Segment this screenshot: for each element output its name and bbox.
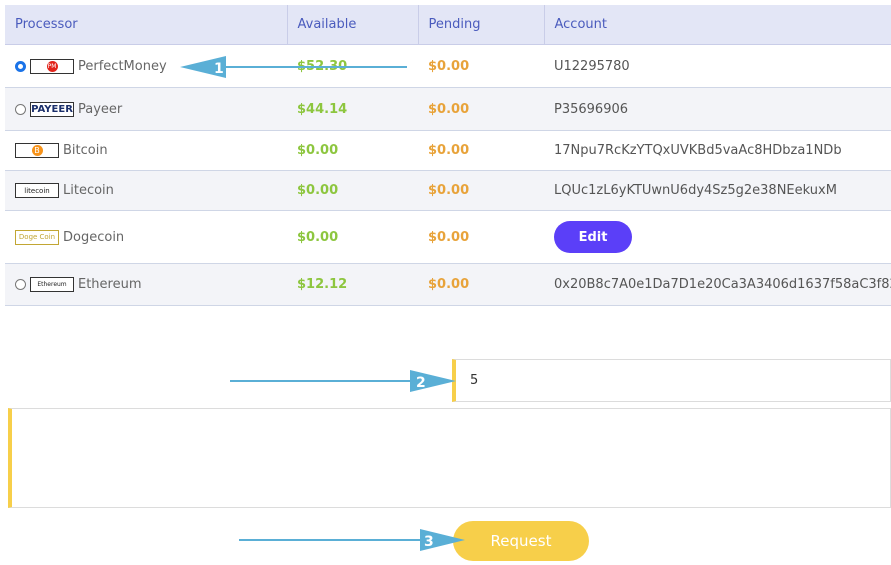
available-amount: $0.00 xyxy=(287,130,418,171)
request-button[interactable]: Request xyxy=(453,521,589,561)
payeer-radio[interactable] xyxy=(15,103,26,115)
table-row-ethereum: Ethereum Ethereum $12.12 $0.00 0x20B8c7A… xyxy=(5,263,891,306)
ethereum-radio[interactable] xyxy=(15,279,26,290)
callout-arrow-3: 3 xyxy=(239,529,465,551)
processor-name: Bitcoin xyxy=(63,143,108,158)
account-id: 17Npu7RcKzYTQxUVKBd5vaAc8HDbza1NDb xyxy=(544,130,891,171)
table-row-litecoin: litecoin Litecoin $0.00 $0.00 LQUc1zL6yK… xyxy=(5,170,891,211)
column-header-account: Account xyxy=(544,5,891,45)
pending-amount: $0.00 xyxy=(418,210,544,264)
pending-amount: $0.00 xyxy=(418,44,544,88)
memo-textarea[interactable] xyxy=(8,408,891,508)
account-id: P35696906 xyxy=(544,87,891,131)
column-header-processor: Processor xyxy=(5,5,288,45)
edit-account-button[interactable]: Edit xyxy=(554,221,632,253)
pending-amount: $0.00 xyxy=(418,263,544,306)
processor-table: Processor Available Pending Account PM P… xyxy=(5,5,891,306)
pending-amount: $0.00 xyxy=(418,130,544,171)
account-id: 0x20B8c7A0e1Da7D1e20Ca3A3406d1637f58aC3f… xyxy=(544,263,891,306)
available-amount: $12.12 xyxy=(287,263,418,306)
processor-name: Ethereum xyxy=(78,277,142,292)
table-row-dogecoin: Doge Coin Dogecoin $0.00 $0.00 Edit xyxy=(5,210,891,264)
callout-number-2: 2 xyxy=(416,375,426,391)
available-amount: $0.00 xyxy=(287,170,418,211)
processor-name: PerfectMoney xyxy=(78,58,167,74)
available-amount: $0.00 xyxy=(287,210,418,264)
perfectmoney-logo: PM xyxy=(30,58,74,74)
table-header-row: Processor Available Pending Account xyxy=(5,5,891,45)
bitcoin-logo: B xyxy=(15,143,59,158)
processor-name: Litecoin xyxy=(63,183,114,198)
pending-amount: $0.00 xyxy=(418,170,544,211)
table-row-payeer: PAYEER Payeer $44.14 $0.00 P35696906 xyxy=(5,87,891,131)
callout-arrow-2: 2 xyxy=(230,370,456,392)
payeer-logo: PAYEER xyxy=(30,101,74,117)
account-id: LQUc1zL6yKTUwnU6dy4Sz5g2e38NEekuxM xyxy=(544,170,891,211)
column-header-available: Available xyxy=(287,5,419,45)
callout-number-3: 3 xyxy=(424,534,434,550)
dogecoin-logo: Doge Coin xyxy=(15,229,59,245)
perfectmoney-radio[interactable] xyxy=(15,60,26,72)
processor-name: Payeer xyxy=(78,101,123,117)
pending-amount: $0.00 xyxy=(418,87,544,131)
available-amount: $44.14 xyxy=(287,87,418,131)
amount-input[interactable]: 5 xyxy=(452,359,891,402)
litecoin-logo: litecoin xyxy=(15,183,59,198)
account-id: U12295780 xyxy=(544,44,891,88)
table-row-bitcoin: B Bitcoin $0.00 $0.00 17Npu7RcKzYTQxUVKB… xyxy=(5,130,891,171)
ethereum-logo: Ethereum xyxy=(30,277,74,292)
column-header-pending: Pending xyxy=(418,5,545,45)
processor-name: Dogecoin xyxy=(63,229,125,245)
amount-value: 5 xyxy=(470,373,479,388)
available-amount: $52.30 xyxy=(287,44,418,88)
table-row-perfectmoney: PM PerfectMoney $52.30 $0.00 U12295780 xyxy=(5,44,891,88)
